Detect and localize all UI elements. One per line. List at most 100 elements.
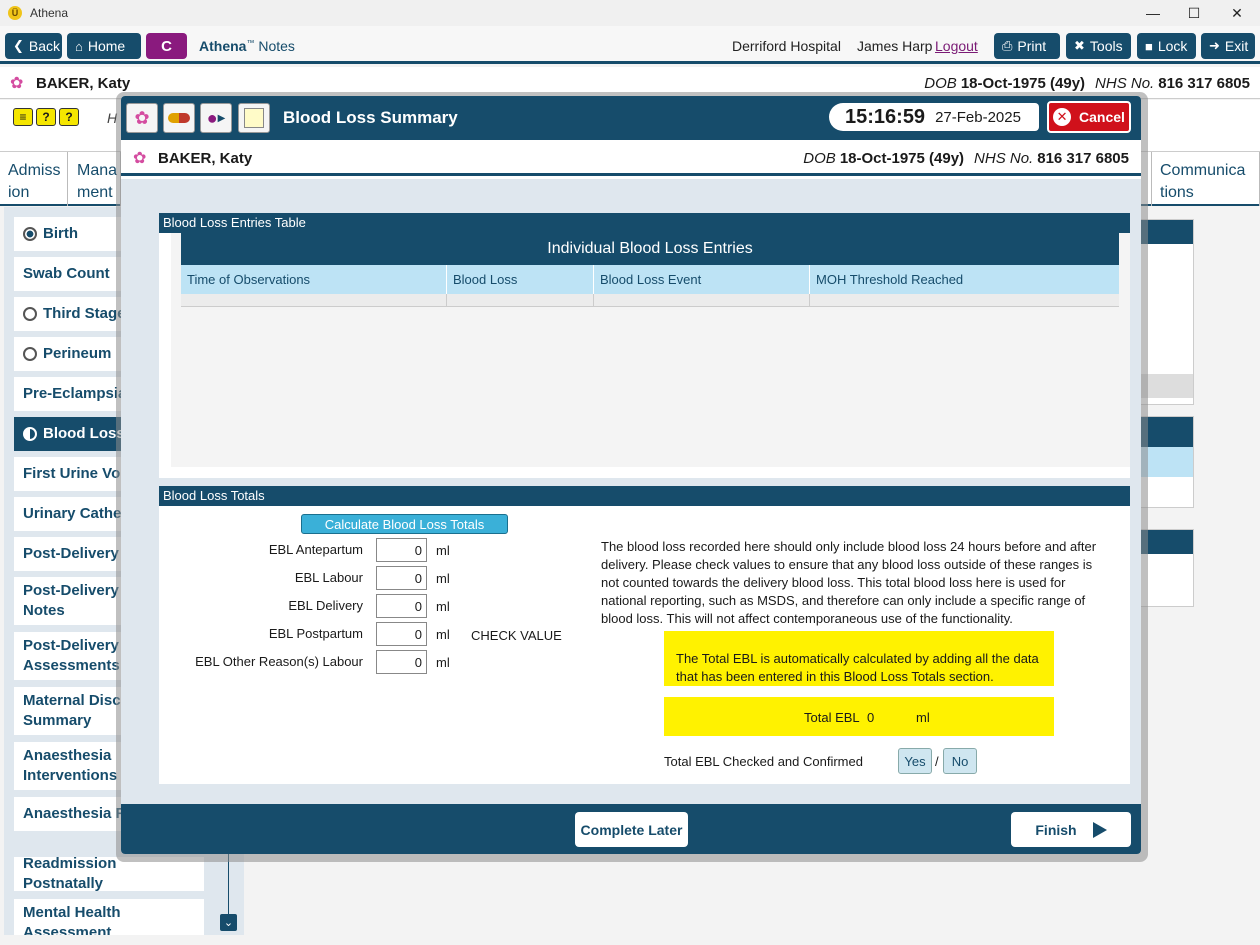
patient-name: BAKER, Katy	[158, 150, 253, 167]
modal-footer: Complete Later Finish	[121, 804, 1141, 854]
background-panel-2	[1140, 416, 1194, 508]
finish-button[interactable]: Finish	[1011, 812, 1131, 847]
column-header[interactable]: Blood Loss Event	[594, 265, 810, 294]
modal-title: Blood Loss Summary	[283, 108, 458, 127]
datetime-display: 15:16:59 27-Feb-2025	[829, 103, 1039, 131]
total-ebl-unit: ml	[916, 710, 930, 725]
ebl-other-reasons-input[interactable]: 0	[376, 650, 427, 674]
radio-empty-icon	[23, 307, 37, 321]
cancel-button[interactable]: ✕ Cancel	[1047, 101, 1131, 133]
ebl-delivery-label-row: EBL Delivery	[288, 598, 363, 613]
table-row[interactable]	[181, 294, 1119, 307]
modal-body: Blood Loss Entries Table Individual Bloo…	[121, 179, 1141, 804]
patient-demographics: DOB 18-Oct-1975 (49y) NHS No. 816 317 6805	[803, 150, 1129, 167]
column-header[interactable]: MOH Threshold Reached	[810, 265, 1119, 294]
window-title: Athena	[30, 6, 69, 20]
background-panel-3	[1140, 529, 1194, 607]
app-name: Athena™ Notes	[199, 38, 295, 54]
close-window-icon[interactable]: ✕	[1214, 0, 1260, 26]
background-panel-1	[1140, 219, 1194, 405]
total-ebl-label: Total EBL	[804, 710, 860, 725]
tab-management[interactable]: Mana ment	[69, 152, 121, 206]
ebl-antepartum-input[interactable]: 0	[376, 538, 427, 562]
ebl-antepartum-label-row: EBL Antepartum	[268, 542, 363, 557]
unit-label: ml	[436, 655, 450, 670]
help-icon[interactable]: ?	[36, 108, 56, 126]
entries-table: Individual Blood Loss Entries Time of Ob…	[181, 233, 1119, 307]
back-button[interactable]: ❮ Back	[5, 33, 62, 59]
ebl-labour-input[interactable]: 0	[376, 566, 427, 590]
alert-list-icon[interactable]: ≡	[13, 108, 33, 126]
app-toolbar: ❮ Back ⌂ Home C Athena™ Notes Derriford Ho…	[0, 26, 1260, 64]
printer-icon: ⎙	[1002, 38, 1013, 53]
unit-label: ml	[436, 599, 450, 614]
user-name: James Harp	[857, 38, 933, 54]
c-button[interactable]: C	[146, 33, 187, 59]
patient-name: BAKER, Katy	[36, 75, 131, 92]
table-title: Individual Blood Loss Entries	[181, 233, 1119, 265]
lock-button[interactable]: ■ Lock	[1137, 33, 1196, 59]
yes-button[interactable]: Yes	[898, 748, 932, 774]
ebl-other-label-row: EBL Other Reason(s) Labour	[195, 654, 363, 669]
complete-later-button[interactable]: Complete Later	[575, 812, 688, 847]
close-circle-icon: ✕	[1053, 108, 1072, 126]
nav-item-mental-health-assessment[interactable]: Mental Health Assessment	[14, 899, 204, 935]
minimize-icon[interactable]: —	[1130, 0, 1176, 26]
blood-loss-totals-section: Blood Loss Totals Calculate Blood Loss T…	[159, 486, 1130, 784]
check-value-warning: CHECK VALUE	[471, 628, 562, 643]
column-header[interactable]: Time of Observations	[181, 265, 447, 294]
app-logo-icon: Ü	[8, 6, 22, 20]
play-arrow-icon	[1092, 821, 1107, 838]
nav-item-readmission-postnatally[interactable]: Readmission Postnatally	[14, 855, 204, 892]
entries-table-area: Individual Blood Loss Entries Time of Ob…	[171, 233, 1130, 467]
flower-icon: ✿	[133, 150, 147, 167]
total-ebl-box: Total EBL 0 ml	[664, 697, 1054, 736]
ebl-postpartum-label-row: EBL Postpartum	[268, 626, 363, 641]
unit-label: ml	[436, 571, 450, 586]
blood-loss-entries-section: Blood Loss Entries Table Individual Bloo…	[159, 213, 1130, 478]
ebl-postpartum-input[interactable]: 0	[376, 622, 427, 646]
modal-patient-banner: ✿ BAKER, Katy DOB 18-Oct-1975 (49y) NHS No…	[121, 140, 1141, 176]
radio-half-icon	[23, 427, 37, 441]
ebl-delivery-input[interactable]: 0	[376, 594, 427, 618]
logout-link[interactable]: Logout	[935, 38, 978, 54]
auto-calc-note: The Total EBL is automatically calculate…	[664, 631, 1054, 686]
maximize-icon[interactable]: ☐	[1171, 0, 1217, 26]
section-title: Blood Loss Totals	[159, 486, 1130, 506]
medication-icon[interactable]	[163, 103, 195, 133]
modal-header: ✿ ● ▶ Blood Loss Summary 15:16:59 27-Feb-…	[121, 96, 1141, 140]
home-icon: ⌂	[75, 38, 83, 54]
unit-label: ml	[436, 543, 450, 558]
scroll-down-icon[interactable]: ⌄	[220, 914, 237, 931]
confirm-label: Total EBL Checked and Confirmed	[664, 754, 863, 769]
flower-icon: ✿	[10, 75, 24, 92]
tools-button[interactable]: ✖ Tools	[1066, 33, 1131, 59]
calculate-totals-button[interactable]: Calculate Blood Loss Totals	[301, 514, 508, 534]
chevron-left-icon: ❮	[13, 38, 24, 53]
table-header-row: Time of Observations Blood Loss Blood Lo…	[181, 265, 1119, 294]
blood-loss-summary-modal: ✿ ● ▶ Blood Loss Summary 15:16:59 27-Feb-…	[121, 96, 1141, 854]
home-button[interactable]: ⌂ Home	[67, 33, 141, 59]
exit-button[interactable]: ➜ Exit	[1201, 33, 1255, 59]
tab-admission[interactable]: Admiss ion	[0, 152, 68, 206]
radio-filled-icon	[23, 227, 37, 241]
patient-demographics: DOB 18-Oct-1975 (49y) NHS No. 816 317 6805	[924, 75, 1250, 92]
section-title: Blood Loss Entries Table	[159, 213, 1130, 233]
radio-empty-icon	[23, 347, 37, 361]
print-button[interactable]: ⎙ Print	[994, 33, 1060, 59]
unit-label: ml	[436, 627, 450, 642]
column-header[interactable]: Blood Loss	[447, 265, 594, 294]
info-text: The blood loss recorded here should only…	[601, 539, 1097, 626]
tools-icon: ✖	[1074, 38, 1085, 53]
ebl-labour-label-row: EBL Labour	[294, 570, 363, 585]
flower-icon[interactable]: ✿	[126, 103, 158, 133]
notes-icon[interactable]	[238, 103, 270, 133]
slash-separator: /	[935, 754, 939, 769]
no-button[interactable]: No	[943, 748, 977, 774]
hospital-name: Derriford Hospital	[732, 38, 841, 54]
person-play-icon[interactable]: ● ▶	[200, 103, 232, 133]
exit-icon: ➜	[1209, 38, 1220, 53]
total-ebl-value: 0	[867, 710, 875, 725]
help-alt-icon[interactable]: ?	[59, 108, 79, 126]
tab-communications[interactable]: Communica tions	[1151, 152, 1260, 206]
